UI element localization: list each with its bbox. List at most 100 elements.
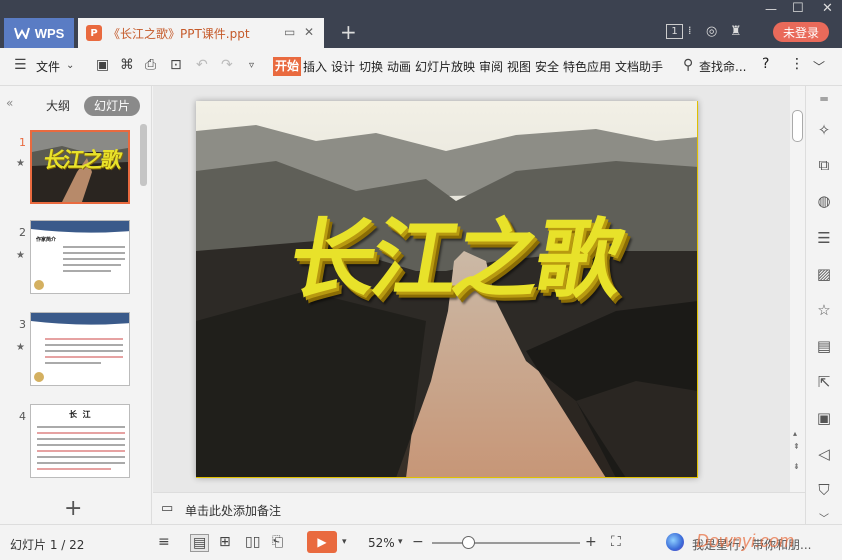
minimize-icon[interactable]: —	[765, 2, 777, 16]
zoom-level[interactable]: 52%	[368, 536, 395, 550]
prev-slide-icon[interactable]: ⇞	[793, 442, 800, 451]
document-tab-title: 《长江之歌》PPT课件.ppt	[108, 26, 250, 41]
star-icon[interactable]: ☆	[815, 301, 833, 319]
add-slide-icon[interactable]: +	[64, 496, 82, 521]
notes-icon: ▭	[161, 501, 174, 516]
thumb-number: 1	[19, 136, 26, 149]
next-slide-icon[interactable]: ⇟	[793, 462, 800, 471]
shapes-icon[interactable]: ◍	[815, 192, 833, 210]
monitor-icon[interactable]: ▭	[284, 25, 295, 39]
shield-icon[interactable]: ⛉	[815, 481, 833, 499]
tab-home[interactable]: 开始	[273, 57, 302, 76]
thumbnail-scrollbar[interactable]	[140, 124, 147, 490]
zoom-dropdown-icon[interactable]: ▾	[398, 537, 403, 547]
play-options-icon[interactable]: ▾	[342, 537, 347, 547]
hamburger-menu-icon[interactable]: ☰	[14, 57, 27, 73]
zoom-in-icon[interactable]: +	[585, 534, 597, 550]
slide-title[interactable]: 长江之歌	[255, 189, 657, 314]
ppt-file-icon: P	[86, 25, 102, 41]
quick-access-dropdown-icon[interactable]: ▿	[249, 60, 254, 71]
login-button[interactable]: 未登录	[773, 22, 829, 42]
tab-slides[interactable]: 幻灯片	[84, 96, 140, 116]
zoom-slider[interactable]	[432, 542, 580, 544]
skin-icon[interactable]: ♜	[730, 24, 742, 39]
new-tab-icon[interactable]: +	[340, 20, 357, 44]
slide-thumbnail-list: 1 ★ 长江之歌 2 ★ 作家简介 3 ★ 4 长 江	[0, 124, 150, 490]
tab-doc-assistant[interactable]: 文档助手	[615, 58, 663, 75]
notes-toggle-icon[interactable]: ≡	[158, 534, 170, 550]
zoom-slider-knob[interactable]	[462, 536, 475, 549]
sidebar-expand-icon[interactable]: ﹀	[815, 510, 833, 525]
search-icon[interactable]: ⚲	[683, 57, 693, 73]
wps-tab-label: WPS	[34, 25, 65, 41]
audio-icon[interactable]: ◁	[815, 445, 833, 463]
notes-area[interactable]: ▭ 单击此处添加备注	[153, 492, 805, 524]
scroll-up-icon[interactable]: ▴	[793, 429, 797, 438]
fit-window-icon[interactable]: ⛶	[611, 534, 621, 550]
slide-sorter-icon[interactable]: ⊞	[219, 534, 231, 550]
normal-view-icon[interactable]: ▤	[190, 534, 210, 552]
grip-icon: ⁞	[688, 24, 692, 37]
tab-outline[interactable]: 大纲	[46, 96, 70, 116]
tab-transitions[interactable]: 切换	[359, 58, 383, 75]
copy-icon[interactable]: ⧉	[815, 156, 833, 174]
image-gallery-icon[interactable]: ▨	[815, 265, 833, 283]
reading-view-icon[interactable]: ▯▯	[245, 534, 260, 550]
animation-star-icon: ★	[16, 250, 25, 261]
wps-home-tab[interactable]: WPS	[4, 18, 74, 48]
slide-canvas: 长江之歌	[153, 86, 805, 492]
save-icon[interactable]: ▣	[96, 57, 109, 73]
slide-counter: 幻灯片 1 / 22	[10, 538, 85, 552]
cloud-sync-icon[interactable]: ◎	[706, 24, 717, 39]
slide-thumbnail-2[interactable]: 作家简介	[30, 220, 130, 294]
thumbnail-scroll-thumb[interactable]	[140, 124, 147, 186]
properties-icon[interactable]: ☰	[815, 229, 833, 247]
share-icon[interactable]: ⇱	[815, 373, 833, 391]
tab-security[interactable]: 安全	[535, 58, 559, 75]
current-slide[interactable]: 长江之歌	[196, 101, 698, 478]
notes-placeholder[interactable]: 单击此处添加备注	[185, 502, 281, 519]
tab-special-apps[interactable]: 特色应用	[563, 58, 611, 75]
animation-star-icon: ★	[16, 158, 25, 169]
tab-insert[interactable]: 插入	[303, 58, 327, 75]
print-preview-icon[interactable]: ⊡	[170, 57, 182, 73]
redo-icon[interactable]: ↷	[221, 57, 233, 73]
wps-logo-icon	[13, 27, 30, 39]
thumb-number: 4	[19, 410, 26, 423]
maximize-icon[interactable]: ☐	[792, 1, 804, 16]
page-count-badge[interactable]: 1	[666, 24, 683, 39]
tab-view[interactable]: 视图	[507, 58, 531, 75]
tab-slideshow[interactable]: 幻灯片放映	[415, 58, 475, 75]
document-tab[interactable]: P 《长江之歌》PPT课件.ppt ▭ ✕	[78, 18, 324, 48]
zoom-out-icon[interactable]: −	[412, 534, 424, 550]
tab-design[interactable]: 设计	[331, 58, 355, 75]
canvas-scroll-thumb[interactable]	[792, 110, 803, 142]
watermark: Downyi.com	[696, 531, 795, 551]
close-window-icon[interactable]: ✕	[822, 1, 833, 16]
more-options-icon[interactable]: ⋮	[790, 56, 804, 72]
promo-avatar-icon[interactable]	[666, 533, 684, 551]
slide-thumbnail-1[interactable]: 长江之歌	[30, 130, 130, 204]
slide-thumbnail-4[interactable]: 长 江	[30, 404, 130, 478]
collapse-ribbon-icon[interactable]: ﹀	[813, 58, 825, 75]
close-tab-icon[interactable]: ✕	[304, 25, 314, 39]
help-icon[interactable]: ?	[762, 56, 769, 72]
thumbnail-2-title: 作家简介	[36, 237, 57, 243]
collapse-pane-icon[interactable]: «	[6, 96, 13, 110]
tab-animation[interactable]: 动画	[387, 58, 411, 75]
tab-review[interactable]: 审阅	[479, 58, 503, 75]
slide-thumbnail-3[interactable]	[30, 312, 130, 386]
present-view-icon[interactable]: ⎗	[272, 534, 283, 550]
picture-icon[interactable]: ▣	[815, 409, 833, 427]
file-menu[interactable]: 文件	[36, 58, 60, 75]
format-painter-icon[interactable]: ⌘	[120, 57, 134, 73]
thumbnail-2-image	[31, 221, 129, 293]
archive-icon[interactable]: ▤	[815, 337, 833, 355]
play-slideshow-button[interactable]: ▶	[307, 531, 337, 553]
search-commands[interactable]: 查找命...	[699, 58, 746, 75]
undo-icon[interactable]: ↶	[196, 57, 208, 73]
magic-wand-icon[interactable]: ✧	[815, 121, 833, 139]
chevron-down-icon[interactable]: ⌄	[66, 60, 74, 71]
canvas-scrollbar[interactable]: ▴ ⇞ ⇟	[790, 86, 805, 524]
print-icon[interactable]: ⎙	[145, 57, 156, 73]
